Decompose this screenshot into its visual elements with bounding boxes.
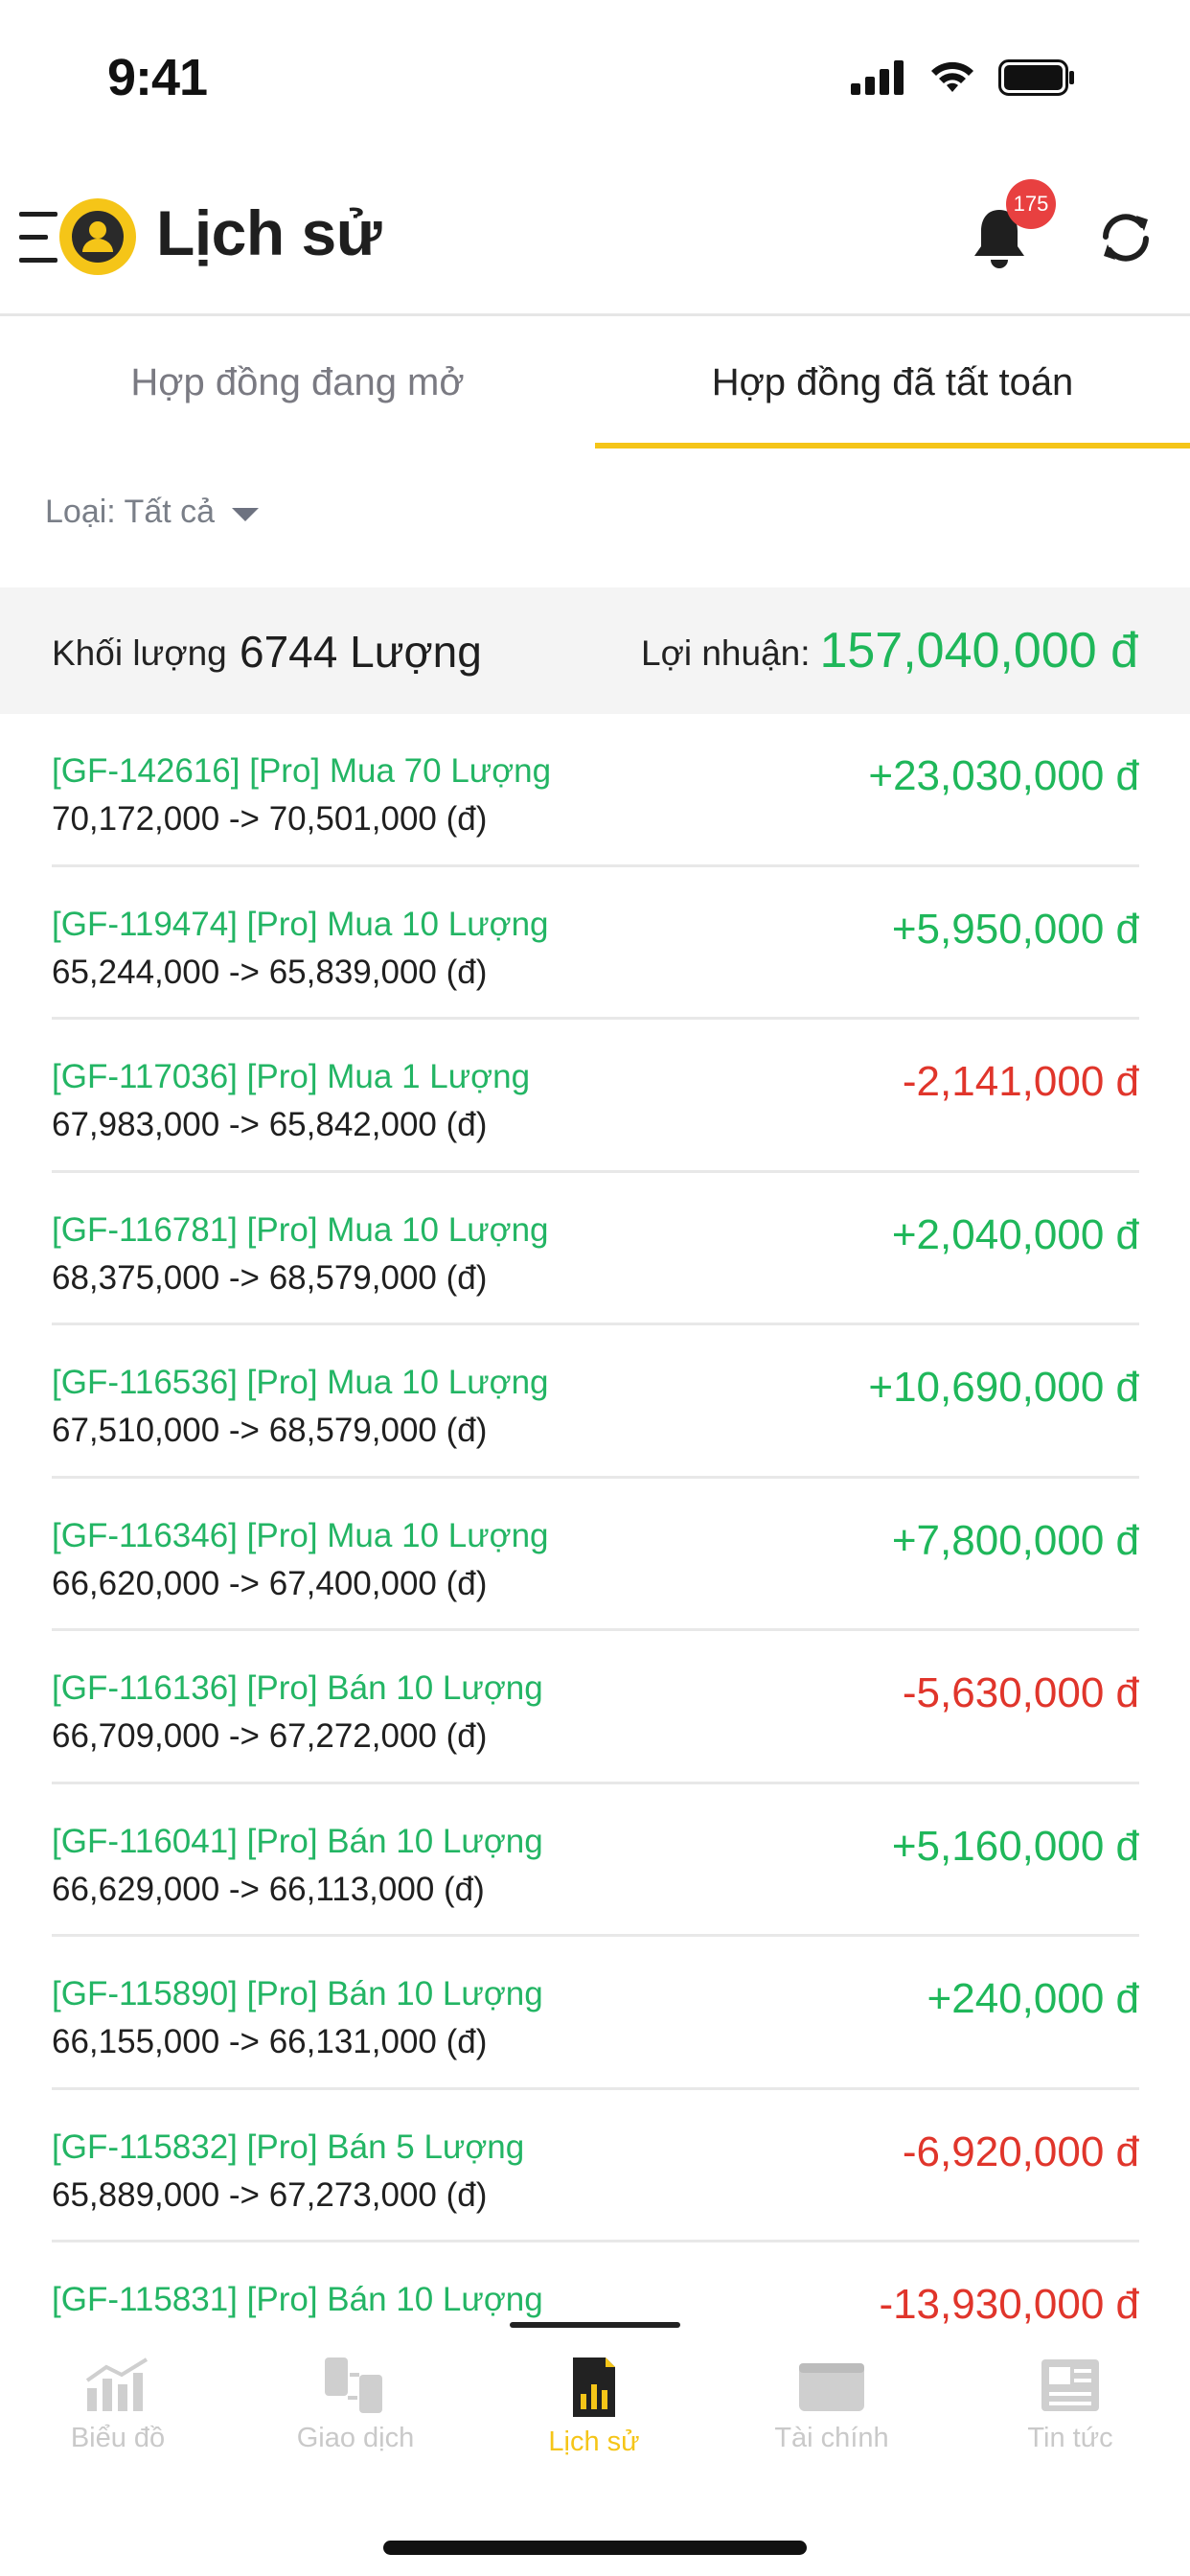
contract-profit: -6,920,000 đ	[902, 2128, 1139, 2175]
volume-label: Khối lượng	[52, 633, 227, 673]
contract-row[interactable]: [GF-117036] [Pro] Mua 1 Lượng 67,983,000…	[52, 1020, 1139, 1173]
scroll-indicator	[510, 2322, 680, 2328]
contract-title: [GF-115890] [Pro] Bán 10 Lượng	[52, 1975, 543, 2012]
page-title: Lịch sử	[156, 197, 382, 268]
nav-label: Giao dịch	[296, 2423, 415, 2453]
nav-label: Tài chính	[774, 2423, 889, 2453]
contract-row[interactable]: [GF-115890] [Pro] Bán 10 Lượng 66,155,00…	[52, 1937, 1139, 2090]
app-header: Lịch sử 175	[0, 158, 1190, 316]
contract-title: [GF-116781] [Pro] Mua 10 Lượng	[52, 1210, 549, 1249]
contract-row[interactable]: [GF-116136] [Pro] Bán 10 Lượng 66,709,00…	[52, 1631, 1139, 1784]
history-icon	[573, 2358, 615, 2417]
nav-label: Biểu đồ	[70, 2423, 166, 2453]
contract-prices: 67,983,000 -> 65,842,000 (đ)	[52, 1106, 488, 1143]
contract-title: [GF-116041] [Pro] Bán 10 Lượng	[52, 1822, 543, 1860]
contract-prices: 65,244,000 -> 65,839,000 (đ)	[52, 953, 488, 991]
contract-profit: +2,040,000 đ	[891, 1210, 1139, 1258]
contract-row[interactable]: [GF-116346] [Pro] Mua 10 Lượng 66,620,00…	[52, 1479, 1139, 1631]
nav-item-chart[interactable]: Biểu đồ	[22, 2356, 214, 2454]
contract-row[interactable]: [GF-116781] [Pro] Mua 10 Lượng 68,375,00…	[52, 1173, 1139, 1325]
contract-profit: +10,690,000 đ	[868, 1364, 1139, 1411]
status-icons	[851, 59, 1075, 96]
wifi-icon	[931, 61, 973, 92]
contract-profit: +5,950,000 đ	[891, 905, 1139, 953]
summary-bar: Khối lượng 6744 Lượng Lợi nhuận: 157,040…	[0, 587, 1190, 714]
profit-label: Lợi nhuận:	[641, 633, 811, 673]
nav-item-trade[interactable]: Giao dịch	[260, 2356, 451, 2454]
wallet-icon	[799, 2363, 864, 2411]
nav-item-history[interactable]: Lịch sử	[498, 2356, 690, 2458]
nav-label: Lịch sử	[548, 2426, 640, 2457]
contract-prices: 66,620,000 -> 67,400,000 (đ)	[52, 1564, 488, 1602]
news-icon	[1041, 2359, 1099, 2411]
contract-tabs: Hợp đồng đang mở Hợp đồng đã tất toán	[0, 316, 1190, 448]
contract-prices: 66,155,000 -> 66,131,000 (đ)	[52, 2023, 488, 2060]
notification-badge: 175	[1006, 179, 1056, 229]
contract-profit: -13,930,000 đ	[879, 2281, 1139, 2328]
contract-profit: +23,030,000 đ	[868, 752, 1139, 799]
type-filter-label: Loại: Tất cả	[45, 494, 216, 530]
volume-value: 6744 Lượng	[240, 627, 482, 677]
contract-row[interactable]: [GF-115832] [Pro] Bán 5 Lượng 65,889,000…	[52, 2090, 1139, 2242]
contract-profit: -2,141,000 đ	[902, 1058, 1139, 1105]
contract-title: [GF-119474] [Pro] Mua 10 Lượng	[52, 905, 549, 943]
home-indicator[interactable]	[383, 2541, 807, 2555]
status-bar: 9:41	[0, 0, 1190, 158]
contract-title: [GF-115831] [Pro] Bán 10 Lượng	[52, 2281, 543, 2318]
type-filter-dropdown[interactable]: Loại: Tất cả	[45, 494, 260, 531]
nav-item-finance[interactable]: Tài chính	[736, 2356, 927, 2454]
contract-profit: +7,800,000 đ	[891, 1516, 1139, 1564]
battery-icon	[998, 59, 1074, 96]
contract-title: [GF-142616] [Pro] Mua 70 Lượng	[52, 752, 552, 790]
contract-profit: -5,630,000 đ	[902, 1669, 1139, 1716]
contract-prices: 68,375,000 -> 68,579,000 (đ)	[52, 1258, 488, 1297]
contract-title: [GF-116536] [Pro] Mua 10 Lượng	[52, 1364, 549, 1401]
contract-prices: 66,629,000 -> 66,113,000 (đ)	[52, 1870, 485, 1908]
contract-profit: +5,160,000 đ	[891, 1822, 1139, 1870]
avatar[interactable]	[59, 198, 136, 275]
exchange-icon	[325, 2358, 382, 2413]
status-time: 9:41	[107, 49, 208, 106]
cellular-signal-icon	[851, 60, 904, 95]
contract-prices: 65,889,000 -> 67,273,000 (đ)	[52, 2175, 488, 2214]
contract-prices: 66,709,000 -> 67,272,000 (đ)	[52, 1717, 488, 1755]
contract-title: [GF-116346] [Pro] Mua 10 Lượng	[52, 1516, 549, 1554]
chart-icon	[85, 2358, 149, 2411]
nav-item-news[interactable]: Tin tức	[974, 2356, 1166, 2454]
refresh-icon[interactable]	[1096, 208, 1156, 267]
contract-list: [GF-142616] [Pro] Mua 70 Lượng 70,172,00…	[52, 714, 1139, 2396]
contract-prices: 67,510,000 -> 68,579,000 (đ)	[52, 1412, 488, 1449]
caret-down-icon	[232, 507, 260, 521]
contract-row[interactable]: [GF-142616] [Pro] Mua 70 Lượng 70,172,00…	[52, 714, 1139, 867]
tab-open-contracts[interactable]: Hợp đồng đang mở	[0, 316, 595, 448]
contract-title: [GF-117036] [Pro] Mua 1 Lượng	[52, 1058, 531, 1095]
contract-title: [GF-115832] [Pro] Bán 5 Lượng	[52, 2128, 525, 2166]
contract-prices: 70,172,000 -> 70,501,000 (đ)	[52, 800, 488, 838]
contract-row[interactable]: [GF-119474] [Pro] Mua 10 Lượng 65,244,00…	[52, 867, 1139, 1020]
bottom-nav: Biểu đồ Giao dịch Lịch sử Tài chính Tin …	[0, 2327, 1190, 2576]
nav-label: Tin tức	[1027, 2423, 1113, 2453]
contract-row[interactable]: [GF-116536] [Pro] Mua 10 Lượng 67,510,00…	[52, 1325, 1139, 1479]
contract-row[interactable]: [GF-116041] [Pro] Bán 10 Lượng 66,629,00…	[52, 1784, 1139, 1937]
contract-profit: +240,000 đ	[927, 1975, 1139, 2022]
tab-settled-contracts[interactable]: Hợp đồng đã tất toán	[595, 316, 1190, 448]
profit-value: 157,040,000 đ	[819, 623, 1138, 678]
user-icon	[72, 211, 124, 263]
contract-title: [GF-116136] [Pro] Bán 10 Lượng	[52, 1669, 543, 1707]
